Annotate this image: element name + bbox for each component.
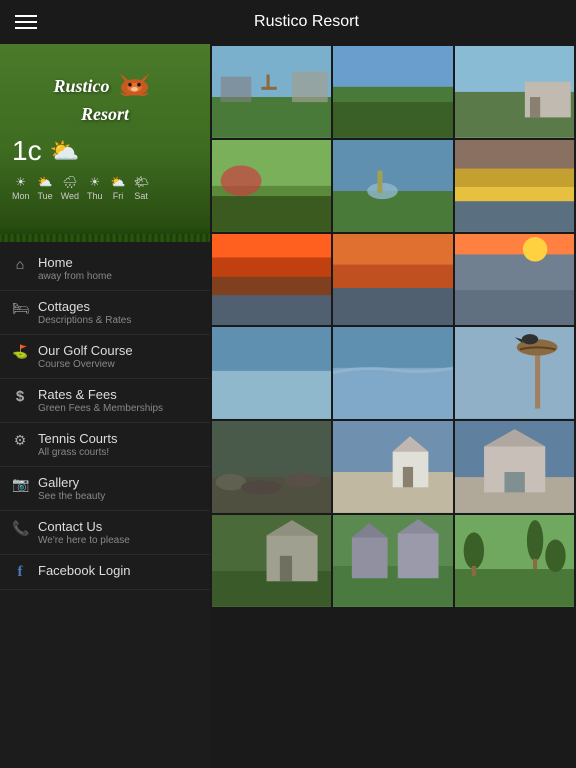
golf-title: Our Golf Course xyxy=(38,343,133,358)
grass-decoration xyxy=(0,224,210,242)
main-content: Rustico Resort xyxy=(0,44,576,768)
gallery-title: Gallery xyxy=(38,475,105,490)
sidebar-item-golf[interactable]: ⛳ Our Golf Course Course Overview xyxy=(0,335,210,379)
gallery-item[interactable] xyxy=(333,515,452,607)
dollar-icon: $ xyxy=(12,388,28,405)
contact-subtitle: We're here to please xyxy=(38,535,130,546)
hamburger-button[interactable] xyxy=(15,15,37,29)
bed-icon: 🛏 xyxy=(12,300,28,317)
logo-row1: Rustico xyxy=(53,69,156,104)
sidebar-item-cottages[interactable]: 🛏 Cottages Descriptions & Rates xyxy=(0,291,210,335)
rates-title: Rates & Fees xyxy=(38,387,163,402)
sat-icon: 🌤 xyxy=(134,175,149,189)
temp-value: 1c xyxy=(12,135,42,167)
tennis-icon: ⚙ xyxy=(12,432,28,449)
gallery-item[interactable] xyxy=(455,140,574,232)
sidebar-header: Rustico Resort xyxy=(0,44,210,224)
cloud-icon: ⛅ xyxy=(50,137,80,166)
weather-day-mon: ☀ Mon xyxy=(12,175,30,201)
gallery-area[interactable] xyxy=(210,44,576,768)
gallery-grid xyxy=(210,44,576,609)
gallery-item[interactable] xyxy=(455,46,574,138)
weather-day-wed: 🌧 Wed xyxy=(61,175,79,201)
gallery-item[interactable] xyxy=(212,234,331,326)
logo-wrapper: Rustico Resort xyxy=(12,59,198,130)
mon-label: Mon xyxy=(12,191,30,201)
gallery-item[interactable] xyxy=(212,515,331,607)
contact-title: Contact Us xyxy=(38,519,130,534)
wed-label: Wed xyxy=(61,191,79,201)
sidebar-item-tennis[interactable]: ⚙ Tennis Courts All grass courts! xyxy=(0,423,210,467)
rates-subtitle: Green Fees & Memberships xyxy=(38,403,163,414)
gallery-item[interactable] xyxy=(455,515,574,607)
logo-text-resort: Resort xyxy=(81,104,129,125)
weather-day-sat: 🌤 Sat xyxy=(134,175,149,201)
gallery-item[interactable] xyxy=(212,140,331,232)
thu-icon: ☀ xyxy=(89,175,100,189)
gallery-item[interactable] xyxy=(212,327,331,419)
fri-label: Fri xyxy=(113,191,124,201)
gallery-item[interactable] xyxy=(212,421,331,513)
top-bar: Rustico Resort xyxy=(0,0,576,44)
app-title: Rustico Resort xyxy=(52,13,561,31)
home-title: Home xyxy=(38,255,112,270)
temperature-display: 1c ⛅ xyxy=(12,135,198,167)
tue-icon: ⛅ xyxy=(38,175,53,189)
fox-icon xyxy=(112,69,157,104)
sidebar-item-facebook[interactable]: f Facebook Login xyxy=(0,555,210,590)
sat-label: Sat xyxy=(134,191,148,201)
phone-icon: 📞 xyxy=(12,520,28,537)
facebook-title: Facebook Login xyxy=(38,563,131,578)
tennis-subtitle: All grass courts! xyxy=(38,447,117,458)
wed-icon: 🌧 xyxy=(62,175,77,189)
home-icon: ⌂ xyxy=(12,256,28,272)
gallery-item[interactable] xyxy=(333,421,452,513)
tennis-title: Tennis Courts xyxy=(38,431,117,446)
fri-icon: ⛅ xyxy=(111,175,126,189)
gallery-subtitle: See the beauty xyxy=(38,491,105,502)
weather-day-tue: ⛅ Tue xyxy=(38,175,53,201)
mon-icon: ☀ xyxy=(15,175,26,189)
gallery-item[interactable] xyxy=(455,234,574,326)
nav-items: ⌂ Home away from home 🛏 Cottages Descrip… xyxy=(0,242,210,595)
temp-unit: c xyxy=(28,135,42,166)
weather-day-thu: ☀ Thu xyxy=(87,175,103,201)
gallery-item[interactable] xyxy=(212,46,331,138)
camera-icon: 📷 xyxy=(12,476,28,493)
sidebar-item-rates[interactable]: $ Rates & Fees Green Fees & Memberships xyxy=(0,379,210,423)
gallery-item[interactable] xyxy=(333,46,452,138)
sidebar: Rustico Resort xyxy=(0,44,210,768)
golf-icon: ⛳ xyxy=(12,344,28,360)
gallery-item[interactable] xyxy=(333,234,452,326)
tue-label: Tue xyxy=(38,191,53,201)
gallery-item[interactable] xyxy=(455,421,574,513)
gallery-item[interactable] xyxy=(333,327,452,419)
home-subtitle: away from home xyxy=(38,271,112,282)
cottages-subtitle: Descriptions & Rates xyxy=(38,315,131,326)
gallery-item[interactable] xyxy=(333,140,452,232)
sidebar-item-gallery[interactable]: 📷 Gallery See the beauty xyxy=(0,467,210,511)
logo-text-rustico: Rustico xyxy=(53,76,109,97)
thu-label: Thu xyxy=(87,191,103,201)
gallery-item[interactable] xyxy=(455,327,574,419)
weather-days: ☀ Mon ⛅ Tue 🌧 Wed ☀ Thu ⛅ Fri xyxy=(12,175,198,201)
golf-subtitle: Course Overview xyxy=(38,359,133,370)
sidebar-item-contact[interactable]: 📞 Contact Us We're here to please xyxy=(0,511,210,555)
sidebar-item-home[interactable]: ⌂ Home away from home xyxy=(0,247,210,291)
weather-day-fri: ⛅ Fri xyxy=(111,175,126,201)
facebook-icon: f xyxy=(12,564,28,581)
cottages-title: Cottages xyxy=(38,299,131,314)
